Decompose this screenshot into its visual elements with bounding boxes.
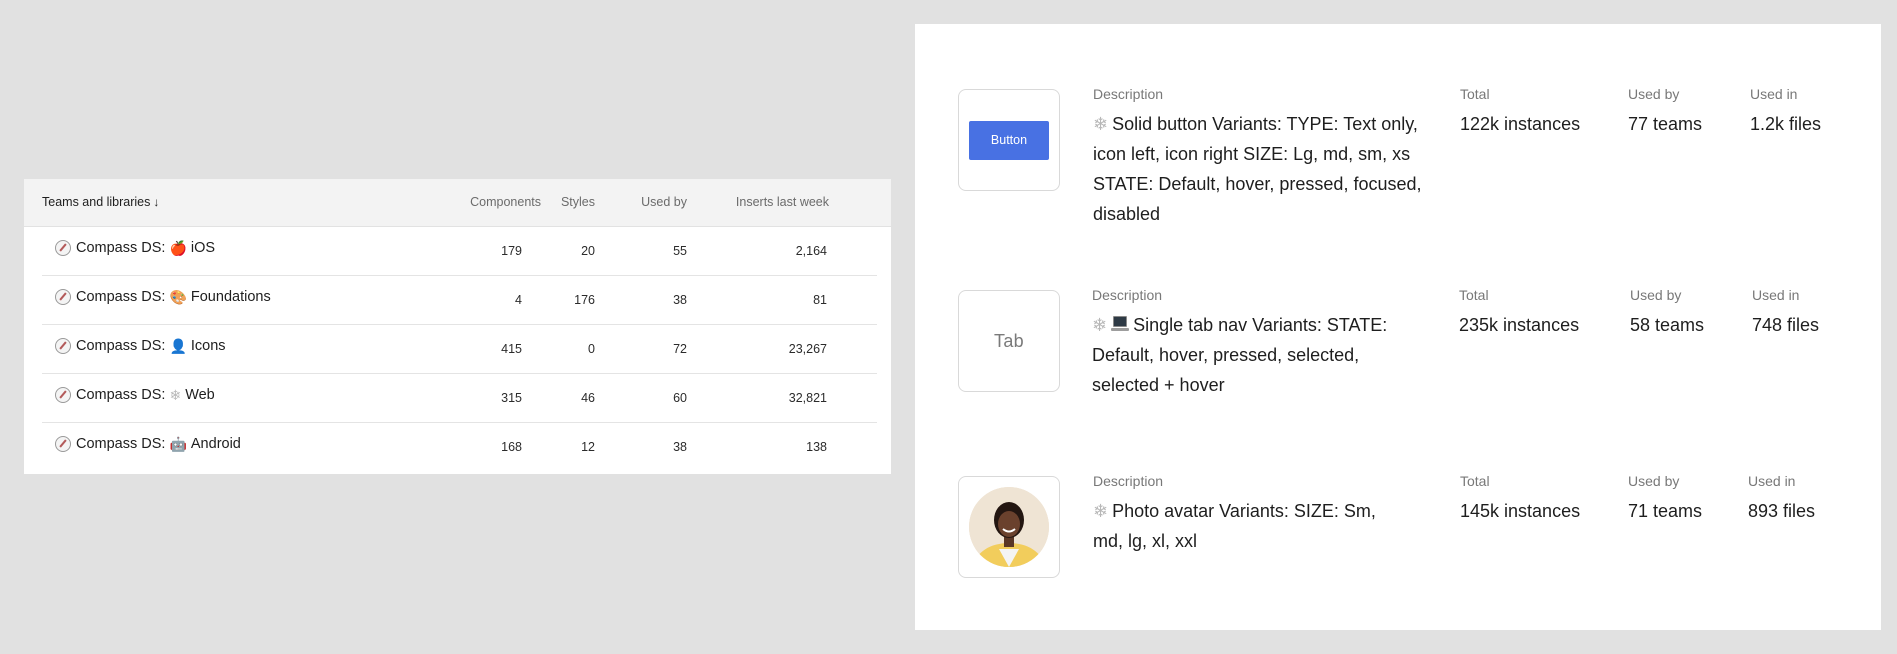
- snowflake-icon: ❄: [1092, 315, 1108, 335]
- column-header-used-by[interactable]: Used by: [641, 195, 687, 209]
- used-by-label: Used by: [1628, 86, 1680, 102]
- description-text: Photo avatar Variants: SIZE: Sm, md, lg,…: [1093, 501, 1376, 551]
- component-usage-panel: Button Description ❄ Solid button Variant…: [915, 24, 1881, 630]
- used-by-label: Used by: [1630, 287, 1682, 303]
- table-row[interactable]: Compass DS: 🍎 iOS 179 20 55 2,164: [42, 227, 877, 276]
- styles-count: 0: [588, 342, 595, 356]
- components-count: 315: [501, 391, 522, 405]
- used-by-count: 55: [673, 244, 687, 258]
- person-photo-icon: [969, 487, 1049, 567]
- library-prefix: Compass DS:: [76, 436, 166, 452]
- table-row[interactable]: Compass DS: 🤖 Android 168 12 38 138: [42, 423, 877, 471]
- compass-icon: [55, 387, 71, 403]
- column-header-components[interactable]: Components: [470, 195, 541, 209]
- styles-count: 176: [574, 293, 595, 307]
- description-text: Solid button Variants: TYPE: Text only, …: [1093, 114, 1422, 224]
- used-in-value: 1.2k files: [1750, 114, 1822, 134]
- description-text: Single tab nav Variants: STATE: Default,…: [1092, 315, 1388, 395]
- apple-emoji-icon: 🍎: [169, 240, 187, 256]
- total-value: 122k instances: [1460, 114, 1581, 134]
- inserts-count: 81: [813, 293, 827, 307]
- component-thumbnail[interactable]: [958, 476, 1060, 578]
- library-name-cell[interactable]: Compass DS: 🍎 iOS: [55, 240, 215, 256]
- library-name: Foundations: [190, 289, 271, 305]
- total-value: 145k instances: [1460, 501, 1581, 521]
- table-row[interactable]: Compass DS: 👤 Icons 415 0 72 23,267: [42, 325, 877, 374]
- styles-count: 20: [581, 244, 595, 258]
- library-prefix: Compass DS:: [76, 240, 166, 256]
- snowflake-emoji-icon: ❄: [169, 387, 182, 403]
- used-by-label: Used by: [1628, 473, 1680, 489]
- component-description: ❄ Photo avatar Variants: SIZE: Sm, md, lg…: [1093, 496, 1403, 556]
- sort-arrow-down-icon[interactable]: ↓: [153, 195, 159, 209]
- library-name: Android: [190, 436, 241, 452]
- inserts-count: 23,267: [788, 342, 827, 356]
- library-name-cell[interactable]: Compass DS: 🎨 Foundations: [55, 289, 271, 305]
- library-prefix: Compass DS:: [76, 338, 166, 354]
- library-prefix: Compass DS:: [76, 289, 166, 305]
- styles-count: 12: [581, 440, 595, 454]
- laptop-icon: [1111, 316, 1130, 332]
- used-by-count: 38: [673, 440, 687, 454]
- snowflake-icon: ❄: [1093, 114, 1109, 134]
- library-name-cell[interactable]: Compass DS: 👤 Icons: [55, 338, 226, 354]
- compass-icon: [55, 240, 71, 256]
- used-in-label: Used in: [1752, 287, 1800, 303]
- total-label: Total: [1460, 86, 1490, 102]
- used-in-value: 893 files: [1748, 501, 1816, 521]
- description-label: Description: [1093, 86, 1164, 102]
- component-description: ❄ Solid button Variants: TYPE: Text only,…: [1093, 109, 1423, 229]
- compass-icon: [55, 289, 71, 305]
- used-by-value: 71 teams: [1628, 501, 1703, 521]
- library-prefix: Compass DS:: [76, 387, 166, 403]
- inserts-count: 2,164: [795, 244, 827, 258]
- person-emoji-icon: 👤: [169, 338, 187, 354]
- total-label: Total: [1459, 287, 1489, 303]
- photo-avatar-preview: [969, 487, 1049, 567]
- column-header-label: Teams and libraries: [42, 195, 151, 209]
- used-by-count: 60: [673, 391, 687, 405]
- components-count: 4: [515, 293, 522, 307]
- table-header: Teams and libraries ↓ Components Styles U…: [24, 179, 891, 227]
- used-by-count: 72: [673, 342, 687, 356]
- components-count: 168: [501, 440, 522, 454]
- used-in-value: 748 files: [1752, 315, 1820, 335]
- component-thumbnail[interactable]: Tab: [958, 290, 1060, 392]
- library-name: Icons: [190, 338, 226, 354]
- tab-preview: Tab: [994, 330, 1024, 351]
- description-label: Description: [1092, 287, 1163, 303]
- total-label: Total: [1460, 473, 1490, 489]
- table-row[interactable]: Compass DS: 🎨 Foundations 4 176 38 81: [42, 276, 877, 325]
- used-in-label: Used in: [1750, 86, 1798, 102]
- libraries-table: Teams and libraries ↓ Components Styles U…: [24, 179, 891, 474]
- column-header-inserts[interactable]: Inserts last week: [736, 195, 829, 209]
- column-header-styles[interactable]: Styles: [561, 195, 595, 209]
- used-by-value: 77 teams: [1628, 114, 1703, 134]
- library-name: iOS: [190, 240, 216, 256]
- used-in-label: Used in: [1748, 473, 1796, 489]
- components-count: 179: [501, 244, 522, 258]
- button-preview: Button: [969, 120, 1049, 160]
- library-name: Web: [185, 387, 215, 403]
- library-name-cell[interactable]: Compass DS: ❄ Web: [55, 387, 215, 403]
- component-description: ❄ Single tab nav Variants: STATE: Default…: [1092, 310, 1422, 400]
- used-by-count: 38: [673, 293, 687, 307]
- palette-emoji-icon: 🎨: [169, 289, 187, 305]
- robot-emoji-icon: 🤖: [169, 436, 187, 452]
- description-label: Description: [1093, 473, 1164, 489]
- used-by-value: 58 teams: [1630, 315, 1705, 335]
- inserts-count: 138: [806, 440, 827, 454]
- compass-icon: [55, 436, 71, 452]
- styles-count: 46: [581, 391, 595, 405]
- total-value: 235k instances: [1459, 315, 1580, 335]
- snowflake-icon: ❄: [1093, 501, 1109, 521]
- library-name-cell[interactable]: Compass DS: 🤖 Android: [55, 436, 241, 452]
- column-header-teams-libraries[interactable]: Teams and libraries ↓: [42, 195, 159, 209]
- component-thumbnail[interactable]: Button: [958, 89, 1060, 191]
- table-row[interactable]: Compass DS: ❄ Web 315 46 60 32,821: [42, 374, 877, 423]
- compass-icon: [55, 338, 71, 354]
- inserts-count: 32,821: [788, 391, 827, 405]
- components-count: 415: [501, 342, 522, 356]
